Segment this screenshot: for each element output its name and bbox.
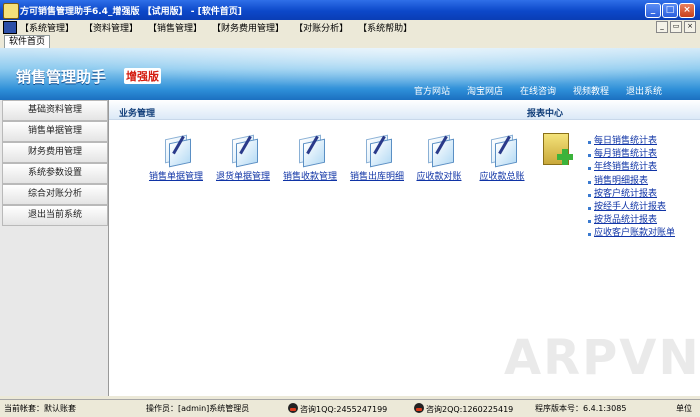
window-title: 方可销售管理助手6.4_增强版 【试用版】 - [软件首页] xyxy=(20,7,242,17)
mdi-minimize-button[interactable]: _ xyxy=(656,21,668,33)
menu-help[interactable]: 【系统帮助】 xyxy=(358,21,412,34)
main-panel: 业务管理 报表中心 销售单据管理 退货单据管理 销售收款管理 销售出库明细 应收… xyxy=(109,100,700,396)
document-pen-icon xyxy=(489,134,517,168)
mdi-restore-button[interactable]: ▭ xyxy=(670,21,682,33)
report-by-handler[interactable]: 按经手人统计报表 xyxy=(594,202,666,212)
list-item: 销售明细报表 xyxy=(588,175,675,188)
sidebar-item-settings[interactable]: 系统参数设置 xyxy=(2,163,108,184)
report-sales-detail[interactable]: 销售明细报表 xyxy=(594,176,648,186)
report-monthly-sales[interactable]: 每月销售统计表 xyxy=(594,149,657,159)
status-operator: 操作员：[admin]系统管理员 xyxy=(146,404,250,413)
tab-home[interactable]: 软件首页 xyxy=(4,35,51,48)
function-receivable-reconcile[interactable]: 应收款对账 xyxy=(404,134,474,182)
list-item: 每日销售统计表 xyxy=(588,135,675,148)
header-links: 官方网站 淘宝网店 在线咨询 视频教程 退出系统 xyxy=(0,84,700,97)
function-sales-docs[interactable]: 销售单据管理 xyxy=(141,134,211,182)
report-customer-statement[interactable]: 应收客户账款对账单 xyxy=(594,228,675,238)
minimize-button[interactable]: _ xyxy=(645,3,661,18)
app-icon xyxy=(3,3,19,19)
list-item: 按客户统计报表 xyxy=(588,188,675,201)
menu-system[interactable]: 【系统管理】 xyxy=(20,21,74,34)
sidebar-item-finance[interactable]: 财务费用管理 xyxy=(2,142,108,163)
sidebar-item-exit[interactable]: 退出当前系统 xyxy=(2,205,108,226)
report-by-customer[interactable]: 按客户统计报表 xyxy=(594,189,657,199)
menu-reconcile[interactable]: 【对账分析】 xyxy=(294,21,348,34)
sidebar-item-sales-docs[interactable]: 销售单据管理 xyxy=(2,121,108,142)
list-item: 应收客户账款对账单 xyxy=(588,227,675,240)
document-pen-icon xyxy=(163,134,191,168)
document-icon[interactable] xyxy=(3,21,17,34)
status-qq2[interactable]: 咨询2QQ:1260225419 xyxy=(414,403,513,415)
function-label[interactable]: 销售单据管理 xyxy=(141,169,211,182)
sidebar: 基础资料管理 销售单据管理 财务费用管理 系统参数设置 综合对账分析 退出当前系… xyxy=(0,100,109,396)
app-window: 方可销售管理助手6.4_增强版 【试用版】 - [软件首页] _ □ × 【系统… xyxy=(0,0,700,417)
document-pen-icon xyxy=(426,134,454,168)
function-outbound-detail[interactable]: 销售出库明细 xyxy=(342,134,412,182)
maximize-button[interactable]: □ xyxy=(662,3,678,18)
menu-finance[interactable]: 【财务费用管理】 xyxy=(212,21,284,34)
document-pen-icon xyxy=(230,134,258,168)
edition-badge: 增强版 xyxy=(124,68,161,84)
close-button[interactable]: × xyxy=(679,3,695,18)
function-label[interactable]: 退货单据管理 xyxy=(208,169,278,182)
menu-sales[interactable]: 【销售管理】 xyxy=(148,21,202,34)
report-add-icon[interactable] xyxy=(543,133,573,167)
function-label[interactable]: 销售出库明细 xyxy=(342,169,412,182)
function-label[interactable]: 销售收款管理 xyxy=(275,169,345,182)
report-yearly-sales[interactable]: 年终销售统计表 xyxy=(594,162,657,172)
function-collections[interactable]: 销售收款管理 xyxy=(275,134,345,182)
title-bar: 方可销售管理助手6.4_增强版 【试用版】 - [软件首页] _ □ × xyxy=(0,0,700,20)
business-section-title: 业务管理 xyxy=(119,109,156,119)
function-return-docs[interactable]: 退货单据管理 xyxy=(208,134,278,182)
link-video-tutorial[interactable]: 视频教程 xyxy=(573,84,609,97)
list-item: 按货品统计报表 xyxy=(588,214,675,227)
status-qq1[interactable]: 咨询1QQ:2455247199 xyxy=(288,403,387,415)
sidebar-item-basic-data[interactable]: 基础资料管理 xyxy=(2,100,108,121)
list-item: 每月销售统计表 xyxy=(588,148,675,161)
status-account: 当前帐套：默认账套 xyxy=(4,404,76,413)
link-taobao-shop[interactable]: 淘宝网店 xyxy=(467,84,503,97)
function-label[interactable]: 应收款对账 xyxy=(404,169,474,182)
function-receivable-ledger[interactable]: 应收款总账 xyxy=(467,134,537,182)
report-list: 每日销售统计表 每月销售统计表 年终销售统计表 销售明细报表 按客户统计报表 按… xyxy=(588,135,675,241)
report-section-title: 报表中心 xyxy=(527,109,564,119)
status-version: 程序版本号：6.4.1:3085 xyxy=(535,404,627,413)
qq-icon xyxy=(414,403,424,413)
status-bar: 当前帐套：默认账套 操作员：[admin]系统管理员 咨询1QQ:2455247… xyxy=(0,399,700,417)
list-item: 年终销售统计表 xyxy=(588,161,675,174)
tab-strip: 软件首页 xyxy=(0,34,700,49)
menu-data[interactable]: 【资料管理】 xyxy=(84,21,138,34)
report-by-goods[interactable]: 按货品统计报表 xyxy=(594,215,657,225)
function-label[interactable]: 应收款总账 xyxy=(467,169,537,182)
qq-icon xyxy=(288,403,298,413)
document-pen-icon xyxy=(364,134,392,168)
link-exit-system[interactable]: 退出系统 xyxy=(626,84,662,97)
menu-bar: 【系统管理】 【资料管理】 【销售管理】 【财务费用管理】 【对账分析】 【系统… xyxy=(0,20,700,34)
link-official-site[interactable]: 官方网站 xyxy=(414,84,450,97)
list-item: 按经手人统计报表 xyxy=(588,201,675,214)
mdi-close-button[interactable]: × xyxy=(684,21,696,33)
document-pen-icon xyxy=(297,134,325,168)
section-header: 业务管理 报表中心 xyxy=(109,100,700,120)
report-daily-sales[interactable]: 每日销售统计表 xyxy=(594,136,657,146)
sidebar-item-reconcile[interactable]: 综合对账分析 xyxy=(2,184,108,205)
watermark: ARPVN xyxy=(504,330,700,386)
status-unit: 单位 xyxy=(676,404,692,413)
link-online-consult[interactable]: 在线咨询 xyxy=(520,84,556,97)
